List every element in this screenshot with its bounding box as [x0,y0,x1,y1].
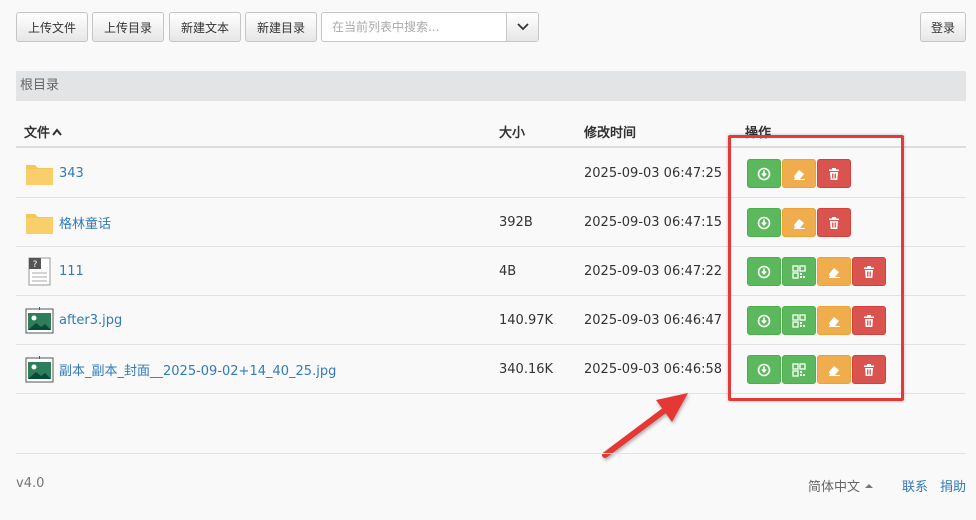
donate-link[interactable]: 捐助 [940,476,966,495]
toolbar: 上传文件 上传目录 新建文本 新建目录 登录 [16,12,966,42]
unknown-file-icon: ? [25,257,54,286]
row-actions [747,208,852,237]
download-button[interactable] [747,208,781,237]
qrcode-button[interactable] [782,355,816,384]
language-label: 简体中文 [807,480,860,495]
qrcode-icon [792,313,806,328]
row-actions [747,257,887,286]
qrcode-icon [792,264,806,279]
chevron-down-icon [516,23,529,31]
download-icon [757,167,771,181]
file-size: 140.97K [499,313,554,328]
table-row: 副本_副本_封面__2025-09-02+14_40_25.jpg 340.16K… [16,345,966,394]
caret-up-icon [864,483,873,488]
rename-button[interactable] [817,355,851,384]
rename-button[interactable] [817,306,851,335]
header-file[interactable]: 文件 [24,122,62,141]
table-row: ? 111 4B 2025-09-03 06:47:22 [16,247,966,296]
trash-icon [862,363,876,377]
file-mtime: 2025-09-03 06:47:15 [584,215,723,230]
qrcode-button[interactable] [782,257,816,286]
file-mtime: 2025-09-03 06:46:58 [584,362,723,377]
trash-icon [827,167,841,181]
rename-button[interactable] [782,208,816,237]
download-button[interactable] [747,159,781,188]
file-name-link[interactable]: after3.jpg [59,313,122,328]
image-file-icon [25,355,54,384]
breadcrumb: 根目录 [16,71,966,101]
trash-icon [862,265,876,279]
trash-icon [827,216,841,230]
delete-button[interactable] [817,159,851,188]
file-name-link[interactable]: 格林童话 [59,213,111,232]
breadcrumb-root[interactable]: 根目录 [20,78,59,93]
header-actions: 操作 [745,126,772,141]
delete-button[interactable] [852,306,886,335]
eraser-icon [827,265,841,279]
table-row: after3.jpg 140.97K 2025-09-03 06:46:47 [16,296,966,345]
download-icon [757,363,771,377]
file-name-link[interactable]: 副本_副本_封面__2025-09-02+14_40_25.jpg [59,360,336,379]
row-actions [747,355,887,384]
header-file-label: 文件 [24,126,51,141]
qrcode-icon [792,362,806,377]
file-name-link[interactable]: 111 [59,264,84,279]
language-selector[interactable]: 简体中文 [808,476,874,495]
header-mtime[interactable]: 修改时间 [584,122,636,141]
file-size: 340.16K [499,362,554,377]
file-mtime: 2025-09-03 06:47:22 [584,264,723,279]
row-actions [747,159,852,188]
header-size[interactable]: 大小 [499,122,525,141]
footer-links: 简体中文 联系 捐助 [808,476,966,495]
file-name-link[interactable]: 343 [59,166,84,181]
file-mtime: 2025-09-03 06:46:47 [584,313,723,328]
download-icon [757,265,771,279]
new-directory-button[interactable]: 新建目录 [245,12,317,42]
new-text-button[interactable]: 新建文本 [169,12,241,42]
row-actions [747,306,887,335]
eraser-icon [827,314,841,328]
delete-button[interactable] [852,355,886,384]
file-size: 392B [499,215,533,230]
version-label: v4.0 [16,476,45,491]
table-header: 文件 大小 修改时间 操作 [16,114,966,148]
folder-icon [25,159,54,188]
table-row: 343 2025-09-03 06:47:25 [16,149,966,198]
upload-directory-button[interactable]: 上传目录 [92,12,164,42]
login-button[interactable]: 登录 [920,12,966,42]
folder-icon [25,208,54,237]
upload-file-button[interactable]: 上传文件 [16,12,88,42]
eraser-icon [792,216,806,230]
download-icon [757,216,771,230]
footer-divider [16,453,966,454]
search-dropdown-button[interactable] [506,13,538,41]
file-mtime: 2025-09-03 06:47:25 [584,166,723,181]
contact-link[interactable]: 联系 [902,476,928,495]
download-icon [757,314,771,328]
download-button[interactable] [747,355,781,384]
search-box [321,12,539,42]
eraser-icon [827,363,841,377]
search-input[interactable] [322,13,506,41]
sort-up-icon [52,127,62,136]
download-button[interactable] [747,306,781,335]
delete-button[interactable] [852,257,886,286]
table-row: 格林童话 392B 2025-09-03 06:47:15 [16,198,966,247]
file-size: 4B [499,264,517,279]
download-button[interactable] [747,257,781,286]
image-file-icon [25,306,54,335]
qrcode-button[interactable] [782,306,816,335]
rename-button[interactable] [817,257,851,286]
svg-text:?: ? [33,260,38,270]
eraser-icon [792,167,806,181]
delete-button[interactable] [817,208,851,237]
rename-button[interactable] [782,159,816,188]
trash-icon [862,314,876,328]
